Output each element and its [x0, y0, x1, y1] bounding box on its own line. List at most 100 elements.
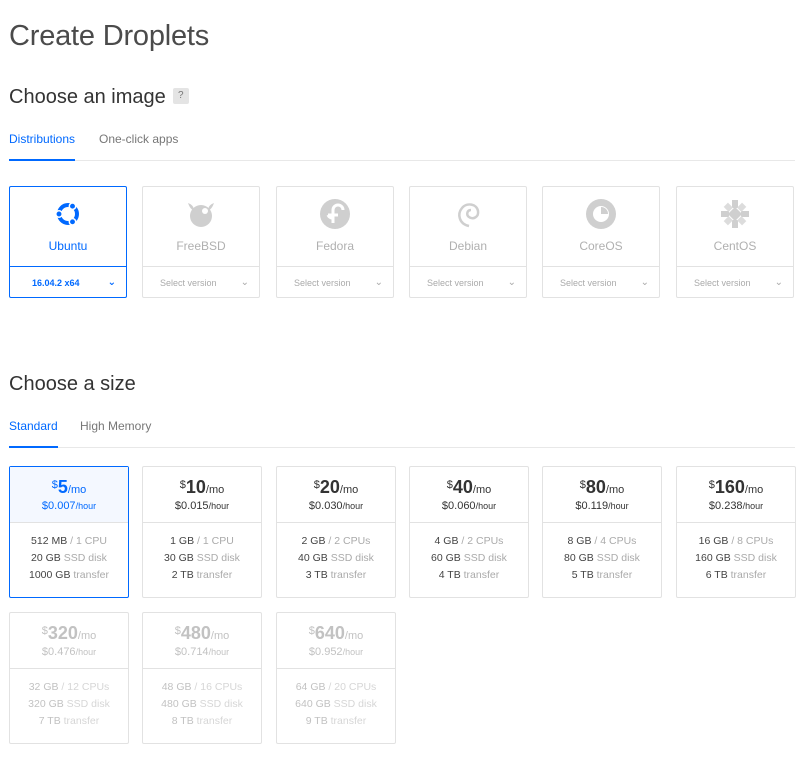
hourly-price: $0.030/hour [277, 500, 395, 512]
spec-ram: 48 GB [161, 681, 192, 693]
spec-disk: 480 GB SSD disk [143, 696, 261, 713]
centos-icon [677, 198, 793, 230]
spec-cpu: 4 CPUs [600, 535, 637, 547]
per-hour-label: /hour [208, 647, 230, 657]
size-plan-card: $320/mo $0.476/hour 32 GB / 12 CPUs 320 GB … [9, 612, 129, 744]
spec-disk-label: SSD disk [66, 698, 110, 710]
spec-disk-label: SSD disk [596, 552, 640, 564]
plan-price-header: $10/mo $0.015/hour [143, 467, 261, 523]
tab-high-memory[interactable]: High Memory [80, 416, 151, 446]
spec-ram: 1 GB [170, 535, 195, 547]
plan-price-header: $20/mo $0.030/hour [277, 467, 395, 523]
tab-distributions[interactable]: Distributions [9, 129, 76, 161]
size-plan-card[interactable]: $20/mo $0.030/hour 2 GB / 2 CPUs 40 GB SSD … [276, 466, 396, 598]
plan-specs: 48 GB / 16 CPUs 480 GB SSD disk 8 TB trans… [143, 679, 261, 730]
distro-card-debian[interactable]: Debian Select version ⌄ [409, 186, 527, 298]
tab-standard[interactable]: Standard [9, 416, 58, 448]
price-amount: 10 [185, 477, 206, 497]
spec-cpu: 2 CPUs [334, 535, 371, 547]
distro-card-coreos[interactable]: CoreOS Select version ⌄ [542, 186, 660, 298]
currency-symbol: $ [41, 625, 48, 637]
monthly-price: $80/mo [543, 477, 661, 498]
price-amount: 480 [180, 623, 211, 643]
version-select[interactable]: Select version ⌄ [143, 266, 259, 298]
size-plan-card[interactable]: $80/mo $0.119/hour 8 GB / 4 CPUs 80 GB SSD … [542, 466, 662, 598]
per-hour-label: /hour [608, 501, 629, 511]
size-plan-card[interactable]: $10/mo $0.015/hour 1 GB / 1 CPU 30 GB SSD d… [142, 466, 262, 598]
spec-transfer: 6 TB transfer [677, 567, 795, 584]
spec-transfer: 9 TB transfer [277, 713, 395, 730]
spec-memory-cpu: 4 GB / 2 CPUs [434, 535, 504, 547]
spec-transfer-label: transfer [330, 569, 367, 581]
distro-card-fedora[interactable]: Fedora Select version ⌄ [276, 186, 394, 298]
spec-disk-size: 160 GB [695, 552, 731, 564]
spec-disk: 80 GB SSD disk [543, 550, 661, 567]
spec-transfer: 7 TB transfer [10, 713, 128, 730]
spec-transfer-size: 3 TB [305, 569, 328, 581]
spec-cpu: 8 CPUs [737, 535, 774, 547]
per-month-label: /mo [605, 484, 625, 496]
version-select[interactable]: Select version ⌄ [543, 266, 659, 298]
monthly-price: $640/mo [277, 623, 395, 644]
spec-transfer: 2 TB transfer [143, 567, 261, 584]
hourly-price: $0.007/hour [10, 500, 128, 512]
size-plan-card[interactable]: $40/mo $0.060/hour 4 GB / 2 CPUs 60 GB SSD … [409, 466, 529, 598]
per-hour-label: /hour [75, 501, 97, 511]
distro-card-ubuntu[interactable]: Ubuntu 16.04.2 x64 ⌄ [9, 186, 127, 298]
spec-transfer: 3 TB transfer [277, 567, 395, 584]
hourly-amount: $0.238 [708, 500, 743, 512]
spec-disk: 40 GB SSD disk [277, 550, 395, 567]
spec-transfer-label: transfer [63, 715, 100, 727]
page-title: Create Droplets [9, 20, 210, 52]
spec-transfer: 8 TB transfer [143, 713, 261, 730]
debian-icon [410, 198, 526, 230]
spec-memory-cpu: 512 MB / 1 CPU [31, 535, 107, 547]
plan-specs: 16 GB / 8 CPUs 160 GB SSD disk 6 TB transf… [677, 533, 795, 584]
plan-specs: 512 MB / 1 CPU 20 GB SSD disk 1000 GB tran… [10, 533, 128, 584]
plan-price-header: $160/mo $0.238/hour [677, 467, 795, 523]
chevron-down-icon: ⌄ [374, 277, 383, 288]
help-icon[interactable]: ? [172, 87, 189, 104]
hourly-price: $0.952/hour [277, 646, 395, 658]
spec-transfer-label: transfer [330, 715, 367, 727]
per-month-label: /mo [77, 630, 97, 642]
spec-transfer-size: 2 TB [171, 569, 194, 581]
distro-card-centos[interactable]: CentOS Select version ⌄ [676, 186, 794, 298]
spec-disk: 20 GB SSD disk [10, 550, 128, 567]
price-amount: 5 [57, 477, 68, 497]
version-select[interactable]: Select version ⌄ [277, 266, 393, 298]
size-plan-card[interactable]: $5/mo $0.007/hour 512 MB / 1 CPU 20 GB SSD … [9, 466, 129, 598]
plan-specs: 8 GB / 4 CPUs 80 GB SSD disk 5 TB transfer [543, 533, 661, 584]
spec-memory-cpu: 64 GB / 20 CPUs [295, 681, 377, 693]
size-section-title: Choose a size [9, 373, 136, 395]
spec-transfer-size: 7 TB [38, 715, 61, 727]
spec-transfer-label: transfer [196, 715, 233, 727]
spec-transfer-label: transfer [730, 569, 767, 581]
per-hour-label: /hour [342, 647, 364, 657]
tab-one-click-apps[interactable]: One-click apps [99, 129, 178, 159]
monthly-price: $5/mo [10, 477, 128, 498]
spec-cpu: 2 CPUs [467, 535, 504, 547]
spec-transfer: 1000 GB transfer [10, 567, 128, 584]
spec-disk-label: SSD disk [333, 698, 377, 710]
spec-disk-size: 80 GB [564, 552, 594, 564]
per-hour-label: /hour [742, 501, 764, 511]
price-amount: 160 [714, 477, 745, 497]
hourly-amount: $0.952 [308, 646, 343, 658]
version-select[interactable]: Select version ⌄ [677, 266, 793, 298]
spec-memory-cpu: 16 GB / 8 CPUs [698, 535, 774, 547]
spec-transfer-size: 6 TB [705, 569, 728, 581]
currency-symbol: $ [446, 479, 453, 491]
monthly-price: $160/mo [677, 477, 795, 498]
spec-disk-size: 40 GB [298, 552, 328, 564]
spec-disk-label: SSD disk [733, 552, 777, 564]
per-hour-label: /hour [475, 501, 497, 511]
version-label: Select version [294, 278, 351, 288]
distro-card-freebsd[interactable]: FreeBSD Select version ⌄ [142, 186, 260, 298]
size-plan-card[interactable]: $160/mo $0.238/hour 16 GB / 8 CPUs 160 GB S… [676, 466, 796, 598]
currency-symbol: $ [51, 479, 58, 491]
spec-disk-size: 320 GB [28, 698, 64, 710]
version-select[interactable]: 16.04.2 x64 ⌄ [10, 266, 126, 298]
distro-name: CoreOS [579, 239, 623, 253]
version-select[interactable]: Select version ⌄ [410, 266, 526, 298]
